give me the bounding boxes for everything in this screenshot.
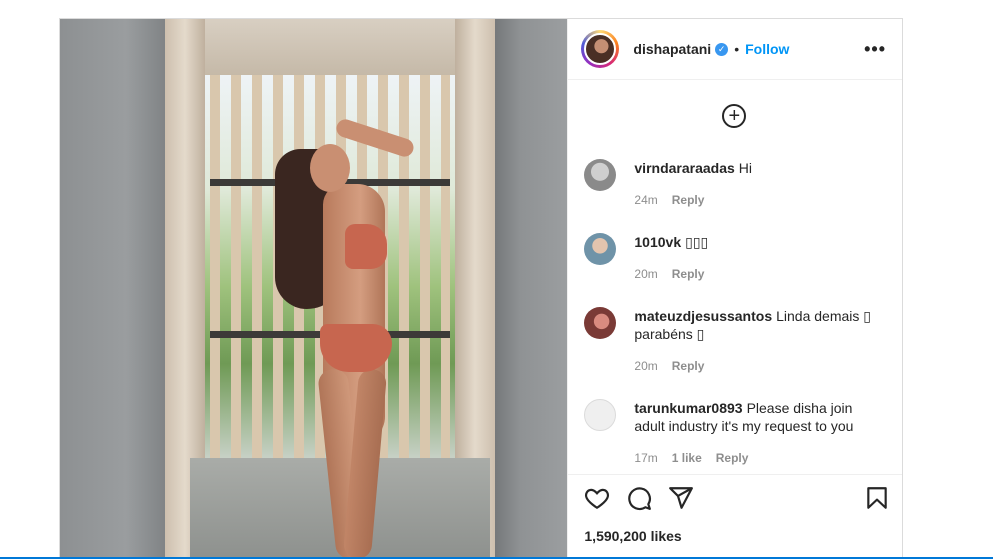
photo-person <box>275 117 416 558</box>
comment-item: mateuzdjesussantos Linda demais ▯ parabén… <box>584 307 884 375</box>
comment-likes[interactable]: 1 like <box>672 449 702 467</box>
author-avatar[interactable] <box>581 30 620 68</box>
post-side-panel: dishapatani ✓ • Follow ••• + virndararaa… <box>567 19 902 558</box>
more-horizontal-icon[interactable]: ••• <box>864 39 886 60</box>
comment-icon[interactable] <box>626 485 652 511</box>
instagram-post-page: dishapatani ✓ • Follow ••• + virndararaa… <box>0 0 993 559</box>
heart-icon[interactable] <box>584 485 610 511</box>
photo-wall-right <box>489 19 568 558</box>
comment-item: virndararaadas Hi 24m Reply <box>584 159 884 209</box>
reply-button[interactable]: Reply <box>716 449 749 467</box>
follow-button[interactable]: Follow <box>745 41 789 57</box>
comment-username[interactable]: mateuzdjesussantos <box>634 308 772 324</box>
comment-time: 24m <box>634 193 658 207</box>
post-actions-bar <box>568 474 902 520</box>
send-icon[interactable] <box>668 485 694 511</box>
post-header: dishapatani ✓ • Follow ••• <box>568 19 902 80</box>
comment-time: 20m <box>634 359 658 373</box>
comment-avatar[interactable] <box>584 307 617 339</box>
author-username[interactable]: dishapatani <box>633 41 711 57</box>
comment-item: tarunkumar0893 Please disha join adult in… <box>584 399 884 467</box>
bookmark-icon[interactable] <box>864 485 890 511</box>
comment-avatar-default[interactable] <box>584 399 617 431</box>
photo-wall-left <box>60 19 170 558</box>
comment-username[interactable]: 1010vk <box>634 234 681 250</box>
comment-avatar[interactable] <box>584 159 617 191</box>
header-separator: • <box>734 41 740 57</box>
comment-text: ▯▯▯ <box>685 234 709 250</box>
post-container: dishapatani ✓ • Follow ••• + virndararaa… <box>59 18 903 559</box>
comment-avatar[interactable] <box>584 233 617 265</box>
comments-list[interactable]: + virndararaadasHi 24m Reply 1010vk▯▯▯ <box>568 80 902 474</box>
comment-time: 17m <box>634 451 658 465</box>
likes-count[interactable]: 1,590,200 likes <box>568 520 902 558</box>
reply-button[interactable]: Reply <box>672 191 705 209</box>
reply-button[interactable]: Reply <box>672 357 705 375</box>
plus-circle-icon[interactable]: + <box>722 104 747 128</box>
reply-button[interactable]: Reply <box>672 265 705 283</box>
comment-username[interactable]: tarunkumar0893 <box>634 400 742 416</box>
photo-frame-top <box>165 19 485 75</box>
comment-username[interactable]: virndararaadas <box>634 160 734 176</box>
comment-item: 1010vk ▯▯▯ 20m Reply <box>584 233 884 283</box>
verified-badge-icon: ✓ <box>715 42 729 56</box>
post-image[interactable] <box>60 19 568 558</box>
comment-time: 20m <box>634 267 658 281</box>
comment-text: Hi <box>738 160 753 176</box>
